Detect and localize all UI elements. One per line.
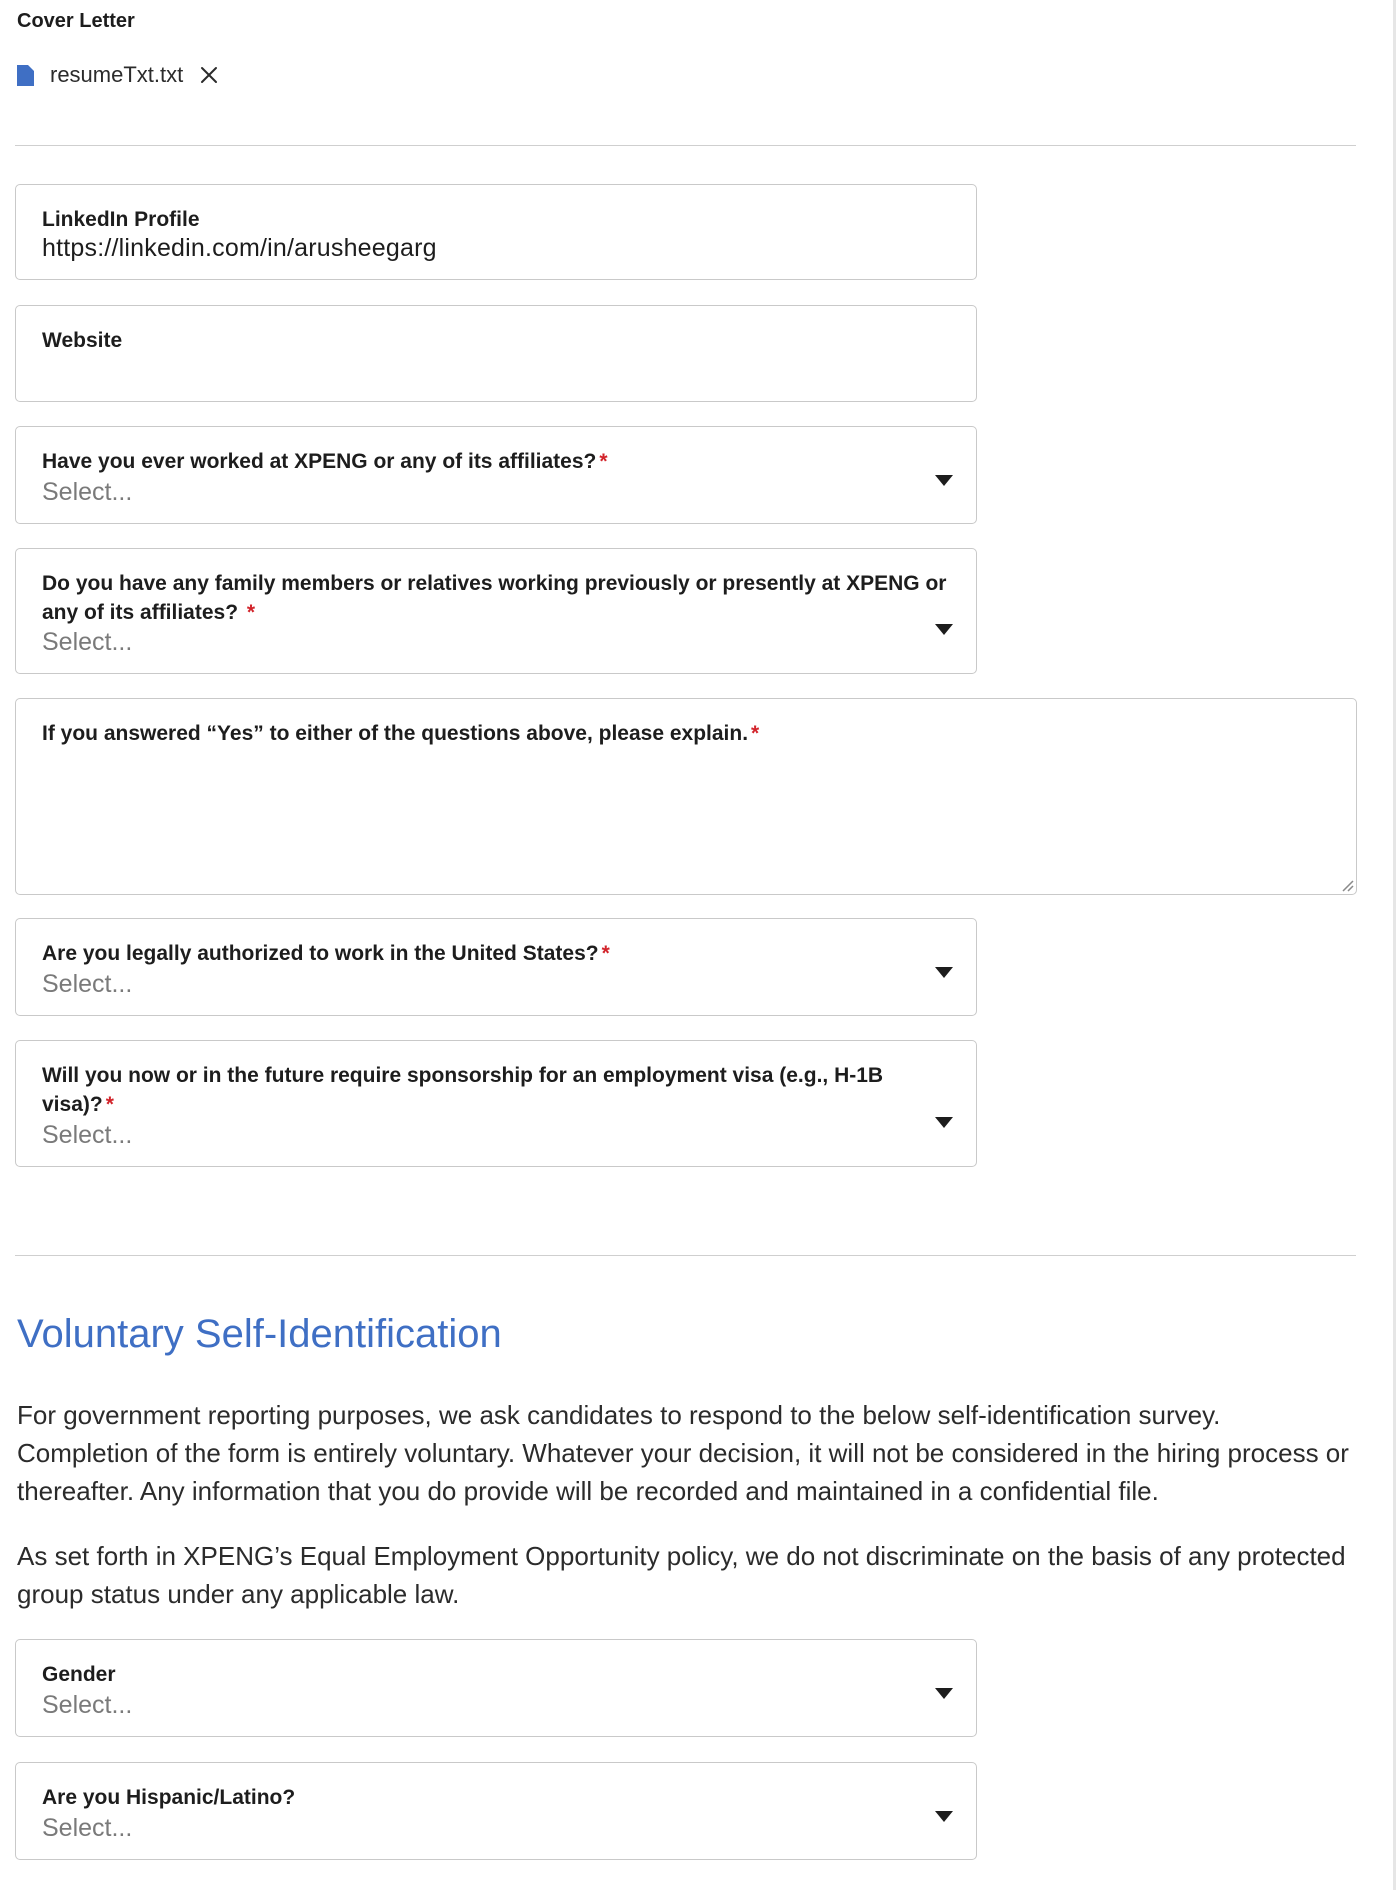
- website-field[interactable]: Website: [15, 305, 977, 402]
- section-divider: [15, 1255, 1356, 1256]
- sponsorship-select[interactable]: Will you now or in the future require sp…: [15, 1040, 977, 1167]
- required-marker: *: [246, 601, 256, 624]
- website-label: Website: [42, 329, 123, 352]
- explain-label-text: If you answered “Yes” to either of the q…: [42, 722, 749, 745]
- worked-at-xpeng-label-text: Have you ever worked at XPENG or any of …: [42, 450, 597, 473]
- close-icon[interactable]: [197, 63, 221, 87]
- authorized-label-text: Are you legally authorized to work in th…: [42, 942, 599, 965]
- gender-select[interactable]: Gender Select...: [15, 1639, 977, 1737]
- authorized-select[interactable]: Are you legally authorized to work in th…: [15, 918, 977, 1016]
- linkedin-field[interactable]: LinkedIn Profile https://linkedin.com/in…: [15, 184, 977, 280]
- required-marker: *: [599, 450, 608, 473]
- hispanic-label: Are you Hispanic/Latino?: [42, 1786, 296, 1809]
- required-marker: *: [751, 722, 760, 745]
- attached-file: resumeTxt.txt: [17, 60, 221, 90]
- hispanic-placeholder: Select...: [42, 1814, 133, 1842]
- sponsorship-placeholder: Select...: [42, 1121, 133, 1149]
- section-divider: [15, 145, 1356, 146]
- family-members-select[interactable]: Do you have any family members or relati…: [15, 548, 977, 674]
- caret-down-icon[interactable]: [935, 1809, 953, 1822]
- family-members-label: Do you have any family members or relati…: [42, 569, 950, 627]
- document-icon: [17, 64, 34, 86]
- resize-handle-icon[interactable]: [1340, 878, 1354, 892]
- worked-at-xpeng-label: Have you ever worked at XPENG or any of …: [42, 447, 916, 476]
- authorized-placeholder: Select...: [42, 970, 133, 998]
- application-form-page: Cover Letter resumeTxt.txt LinkedIn Prof…: [0, 0, 1396, 1890]
- worked-at-xpeng-select[interactable]: Have you ever worked at XPENG or any of …: [15, 426, 977, 524]
- hispanic-select[interactable]: Are you Hispanic/Latino? Select...: [15, 1762, 977, 1860]
- caret-down-icon[interactable]: [935, 1115, 953, 1128]
- caret-down-icon[interactable]: [935, 473, 953, 486]
- section-title: Voluntary Self-Identification: [17, 1312, 502, 1356]
- explain-label: If you answered “Yes” to either of the q…: [42, 719, 1330, 748]
- sponsorship-label: Will you now or in the future require sp…: [42, 1061, 926, 1119]
- caret-down-icon[interactable]: [935, 622, 953, 635]
- gender-placeholder: Select...: [42, 1691, 133, 1719]
- explain-textarea[interactable]: If you answered “Yes” to either of the q…: [15, 698, 1357, 895]
- required-marker: *: [105, 1093, 114, 1116]
- worked-at-xpeng-placeholder: Select...: [42, 478, 133, 506]
- family-members-label-text: Do you have any family members or relati…: [42, 572, 947, 624]
- linkedin-input[interactable]: https://linkedin.com/in/arusheegarg: [42, 234, 437, 263]
- cover-letter-label: Cover Letter: [17, 10, 135, 32]
- self-id-intro-paragraph: For government reporting purposes, we as…: [17, 1400, 1349, 1506]
- gender-label: Gender: [42, 1663, 116, 1686]
- linkedin-label: LinkedIn Profile: [42, 208, 200, 231]
- file-name[interactable]: resumeTxt.txt: [50, 62, 183, 88]
- required-marker: *: [601, 942, 610, 965]
- authorized-label: Are you legally authorized to work in th…: [42, 939, 916, 968]
- caret-down-icon[interactable]: [935, 965, 953, 978]
- eeo-policy-paragraph: As set forth in XPENG’s Equal Employment…: [17, 1541, 1346, 1609]
- family-members-placeholder: Select...: [42, 628, 133, 656]
- sponsorship-label-text: Will you now or in the future require sp…: [42, 1064, 884, 1116]
- caret-down-icon[interactable]: [935, 1686, 953, 1699]
